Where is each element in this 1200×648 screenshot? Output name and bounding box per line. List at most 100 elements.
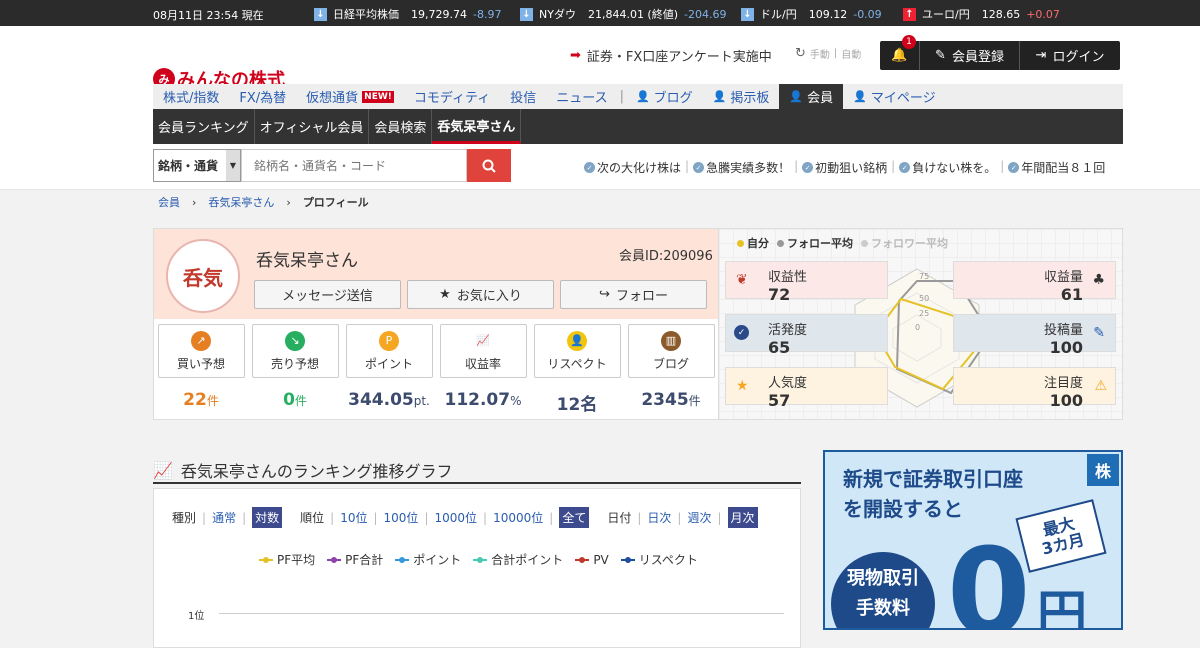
search-type-select[interactable]: 銘柄・通貨 ▼ [153, 149, 241, 182]
stat-return[interactable]: 📈 収益率 112.07% [439, 324, 527, 415]
ad-banner[interactable]: 新規で証券取引口座 を開設すると 株 最大 3カ月 0 円 現物取引 手数料 [823, 450, 1123, 630]
ticker-nikkei[interactable]: ↓ 日経平均株価 19,729.74 -8.97 [314, 6, 501, 22]
legend-points[interactable]: ポイント [395, 551, 461, 568]
stat-sell[interactable]: ↘ 売り予想 0件 [251, 324, 339, 415]
radar-profit-volume: ♣ 収益量 61 [953, 261, 1116, 304]
filter-weekly[interactable]: 週次 [687, 509, 711, 526]
profile-header: 呑気 呑気呆亭さん 会員ID:209096 メッセージ送信 ★ お気に入り ↪ フォ… [154, 229, 718, 319]
search-icon [482, 159, 496, 173]
survey-notice-link[interactable]: ➡ 証券・FX口座アンケート実施中 [570, 46, 772, 65]
filter-rank-1000[interactable]: 1000位 [434, 509, 477, 526]
arrow-right-icon: ➡ [570, 48, 581, 63]
nav-blog[interactable]: 👤 ブログ [626, 84, 703, 109]
search-input[interactable] [241, 149, 467, 182]
filter-rank-10000[interactable]: 10000位 [493, 509, 543, 526]
nav-separator: | [619, 89, 624, 104]
trend-up-icon: ↗ [191, 330, 211, 351]
legend-respect[interactable]: リスペクト [620, 551, 698, 568]
subnav-ranking[interactable]: 会員ランキング [153, 109, 255, 144]
ranking-graph-panel: 種別 | 通常 | 対数 順位 | 10位 | 100位 | 1000位 | 10000位 |… [153, 488, 801, 648]
notification-badge: 1 [902, 35, 916, 49]
edit-icon: ✎ [1093, 325, 1105, 341]
check-icon: ✓ [802, 162, 814, 173]
user-name: 呑気呆亭さん [256, 251, 358, 271]
promo-link[interactable]: ✓ 急騰実績多数！ [693, 159, 790, 176]
nav-mypage[interactable]: 👤 マイページ [843, 84, 945, 109]
stat-buy[interactable]: ↗ 買い予想 22件 [157, 324, 245, 415]
nav-fx[interactable]: FX/為替 [229, 84, 296, 109]
notification-button[interactable]: 🔔 1 [880, 35, 920, 70]
stat-respect[interactable]: 👤 リスペクト 12名 [533, 324, 621, 415]
line-chart-icon: 📈 [153, 460, 173, 480]
person-icon: 👤 [567, 330, 587, 351]
login-button[interactable]: ⇥ ログイン [1020, 41, 1120, 70]
stat-blog[interactable]: ▥ ブログ 2345件 [627, 324, 715, 415]
breadcrumb-members[interactable]: 会員 [158, 194, 180, 210]
register-button[interactable]: ✎ 会員登録 [920, 41, 1020, 70]
check-icon: ✓ [899, 162, 911, 173]
subnav-current-user[interactable]: 呑気呆亭さん [432, 109, 522, 144]
profile-actions: メッセージ送信 ★ お気に入り ↪ フォロー [254, 280, 707, 309]
ticker-eurjpy[interactable]: ↑ ユーロ/円 128.65 +0.07 [903, 6, 1060, 22]
warning-icon: ⚠ [1094, 378, 1107, 394]
legend-pf-avg[interactable]: PF平均 [259, 551, 315, 568]
ad-yen: 円 [1037, 585, 1087, 630]
refresh-auto[interactable]: 自動 [841, 46, 861, 61]
filter-log[interactable]: 対数 [252, 507, 283, 528]
person-icon: 👤 [712, 90, 727, 103]
legend-pf-total[interactable]: PF合計 [327, 551, 383, 568]
member-id: 会員ID:209096 [619, 249, 713, 264]
legend-pv[interactable]: PV [575, 551, 609, 568]
ticker-nydow[interactable]: ↓ NYダウ 21,844.01 (終値) -204.69 [520, 6, 726, 22]
nav-members[interactable]: 👤 会員 [779, 84, 844, 109]
legend-total-points[interactable]: 合計ポイント [473, 551, 563, 568]
nav-commodity[interactable]: コモディティ [404, 84, 500, 109]
chevron-right-icon: › [286, 195, 291, 209]
nav-news[interactable]: ニュース [546, 84, 617, 109]
subnav-official[interactable]: オフィシャル会員 [255, 109, 370, 144]
stat-points[interactable]: P ポイント 344.05pt. [345, 324, 433, 415]
check-circle-icon: ✓ [734, 325, 749, 340]
nav-crypto[interactable]: 仮想通貨 NEW! [296, 84, 404, 109]
pencil-icon: ✎ [935, 48, 946, 63]
person-icon: 👤 [789, 90, 804, 103]
breadcrumb-user[interactable]: 呑気呆亭さん [208, 194, 274, 210]
graph-legend: PF平均 PF合計 ポイント 合計ポイント PV リスペクト [259, 551, 698, 568]
promo-link[interactable]: ✓ 次の大化け株は [584, 159, 681, 176]
site-header: み みんなの株式 ➡ 証券・FX口座アンケート実施中 ↻ 手動 | 自動 🔔 1… [0, 26, 1200, 190]
promo-link[interactable]: ✓ 初動狙い銘柄 [802, 159, 887, 176]
dropdown-arrow-icon: ▼ [226, 150, 240, 181]
filter-rank-all[interactable]: 全て [559, 507, 590, 528]
ticker-usdjpy[interactable]: ↓ ドル/円 109.12 -0.09 [741, 6, 882, 22]
refresh-manual[interactable]: 手動 [810, 46, 830, 61]
filter-rank-10[interactable]: 10位 [340, 509, 367, 526]
y-axis-label: 1位 [188, 611, 205, 622]
send-message-button[interactable]: メッセージ送信 [254, 280, 401, 309]
moneybag-icon: ♣ [1092, 272, 1105, 288]
filter-daily[interactable]: 日次 [647, 509, 671, 526]
graph-filters: 種別 | 通常 | 対数 順位 | 10位 | 100位 | 1000位 | 10000位 |… [172, 507, 758, 528]
nav-board[interactable]: 👤 掲示板 [703, 84, 780, 109]
account-buttons: 🔔 1 ✎ 会員登録 ⇥ ログイン [880, 35, 1120, 70]
nav-fund[interactable]: 投信 [500, 84, 546, 109]
filter-rank-100[interactable]: 100位 [384, 509, 419, 526]
subnav-search[interactable]: 会員検索 [369, 109, 433, 144]
chevron-right-icon: › [192, 195, 197, 209]
promo-link[interactable]: ✓ 年間配当８１回 [1008, 159, 1105, 176]
filter-normal[interactable]: 通常 [212, 509, 236, 526]
person-icon: 👤 [853, 90, 867, 103]
up-arrow-icon: ↑ [903, 7, 916, 21]
refresh-icon[interactable]: ↻ [795, 46, 806, 61]
profit-icon: ❦ [736, 272, 748, 288]
share-arrow-icon: ↪ [599, 287, 610, 302]
radar-tick: 0 [915, 323, 920, 332]
search-button[interactable] [467, 149, 511, 182]
follow-button[interactable]: ↪ フォロー [560, 280, 707, 309]
coin-icon: P [379, 330, 399, 351]
filter-monthly[interactable]: 月次 [727, 507, 758, 528]
favorite-button[interactable]: ★ お気に入り [407, 280, 554, 309]
radar-panel: 自分 フォロー平均 フォロワー平均 75 50 25 0 ❦ 収益性 72 ♣ 収… [718, 229, 1122, 419]
down-arrow-icon: ↓ [520, 7, 533, 21]
promo-link[interactable]: ✓ 負けない株を。 [899, 159, 996, 176]
nav-stocks[interactable]: 株式/指数 [153, 84, 229, 109]
